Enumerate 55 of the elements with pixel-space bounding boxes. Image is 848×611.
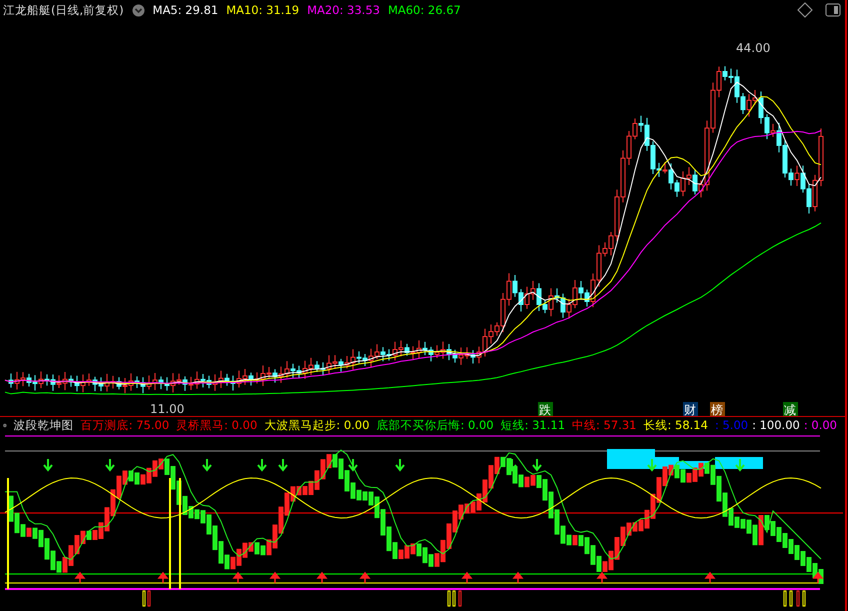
event-marker[interactable]: 减 bbox=[783, 402, 798, 416]
down-arrow-icon bbox=[395, 458, 405, 472]
signal-bar bbox=[796, 590, 800, 606]
signal-bar bbox=[784, 590, 786, 606]
indicator-value: 底部不买你后悔: 0.00 bbox=[376, 418, 494, 432]
event-marker[interactable]: 榜 bbox=[710, 402, 725, 416]
up-arrow-icon bbox=[157, 572, 168, 584]
indicator-value: : 0.00 bbox=[804, 418, 837, 432]
indicator-value: 灵桥黑马: 0.00 bbox=[176, 418, 258, 432]
ma-value: MA60: 26.67 bbox=[388, 3, 461, 17]
event-marker[interactable]: 跌 bbox=[538, 402, 553, 416]
up-arrow-icon bbox=[512, 572, 523, 584]
down-arrow-icon bbox=[202, 458, 212, 472]
ma-value: MA10: 31.19 bbox=[226, 3, 300, 17]
up-arrow-icon bbox=[359, 572, 370, 584]
up-arrow-icon bbox=[269, 572, 280, 584]
indicator-value: 中线: 57.31 bbox=[572, 418, 636, 432]
down-arrow-icon bbox=[532, 458, 542, 472]
down-arrow-icon bbox=[735, 458, 745, 472]
down-arrow-icon bbox=[348, 458, 358, 472]
high-price-label: 44.00 bbox=[736, 41, 770, 55]
diamond-icon[interactable] bbox=[797, 2, 813, 18]
ma-value: MA20: 33.53 bbox=[307, 3, 380, 17]
indicator-value: : 100.00 bbox=[752, 418, 800, 432]
ma-value: MA5: 29.81 bbox=[152, 3, 218, 17]
signal-bar bbox=[452, 590, 456, 606]
signal-bar bbox=[458, 590, 462, 606]
indicator-value: : 5.00 bbox=[714, 418, 748, 432]
indicator-value: 长线: 58.14 bbox=[643, 418, 708, 432]
up-arrow-icon bbox=[316, 572, 327, 584]
down-arrow-icon bbox=[278, 458, 288, 472]
dropdown-icon[interactable] bbox=[132, 4, 145, 16]
signal-bar bbox=[802, 590, 806, 606]
indicator-value: 大波黑马起步: 0.00 bbox=[264, 418, 370, 432]
signal-bar bbox=[142, 590, 146, 606]
up-arrow-icon bbox=[461, 572, 472, 584]
up-arrow-icon bbox=[74, 572, 85, 584]
down-arrow-icon bbox=[105, 458, 115, 472]
low-price-label: 11.00 bbox=[150, 402, 184, 416]
signal-bar bbox=[790, 590, 792, 606]
signal-bar bbox=[148, 590, 150, 606]
event-marker[interactable]: 财 bbox=[683, 402, 698, 416]
up-arrow-icon bbox=[812, 572, 823, 584]
indicator-title: 波段乾坤图 bbox=[14, 418, 74, 432]
up-arrow-icon bbox=[596, 572, 607, 584]
panel-icon[interactable] bbox=[825, 2, 841, 18]
down-arrow-icon bbox=[257, 458, 267, 472]
signal-bar bbox=[448, 590, 450, 606]
indicator-value: 短线: 31.11 bbox=[500, 418, 566, 432]
up-arrow-icon bbox=[704, 572, 715, 584]
up-arrow-icon bbox=[232, 572, 243, 584]
down-arrow-icon bbox=[43, 458, 53, 472]
indicator-value: 百万测底: 75.00 bbox=[80, 418, 170, 432]
chart-title: 江龙船艇(日线,前复权) bbox=[3, 2, 124, 18]
down-arrow-icon bbox=[647, 458, 657, 472]
